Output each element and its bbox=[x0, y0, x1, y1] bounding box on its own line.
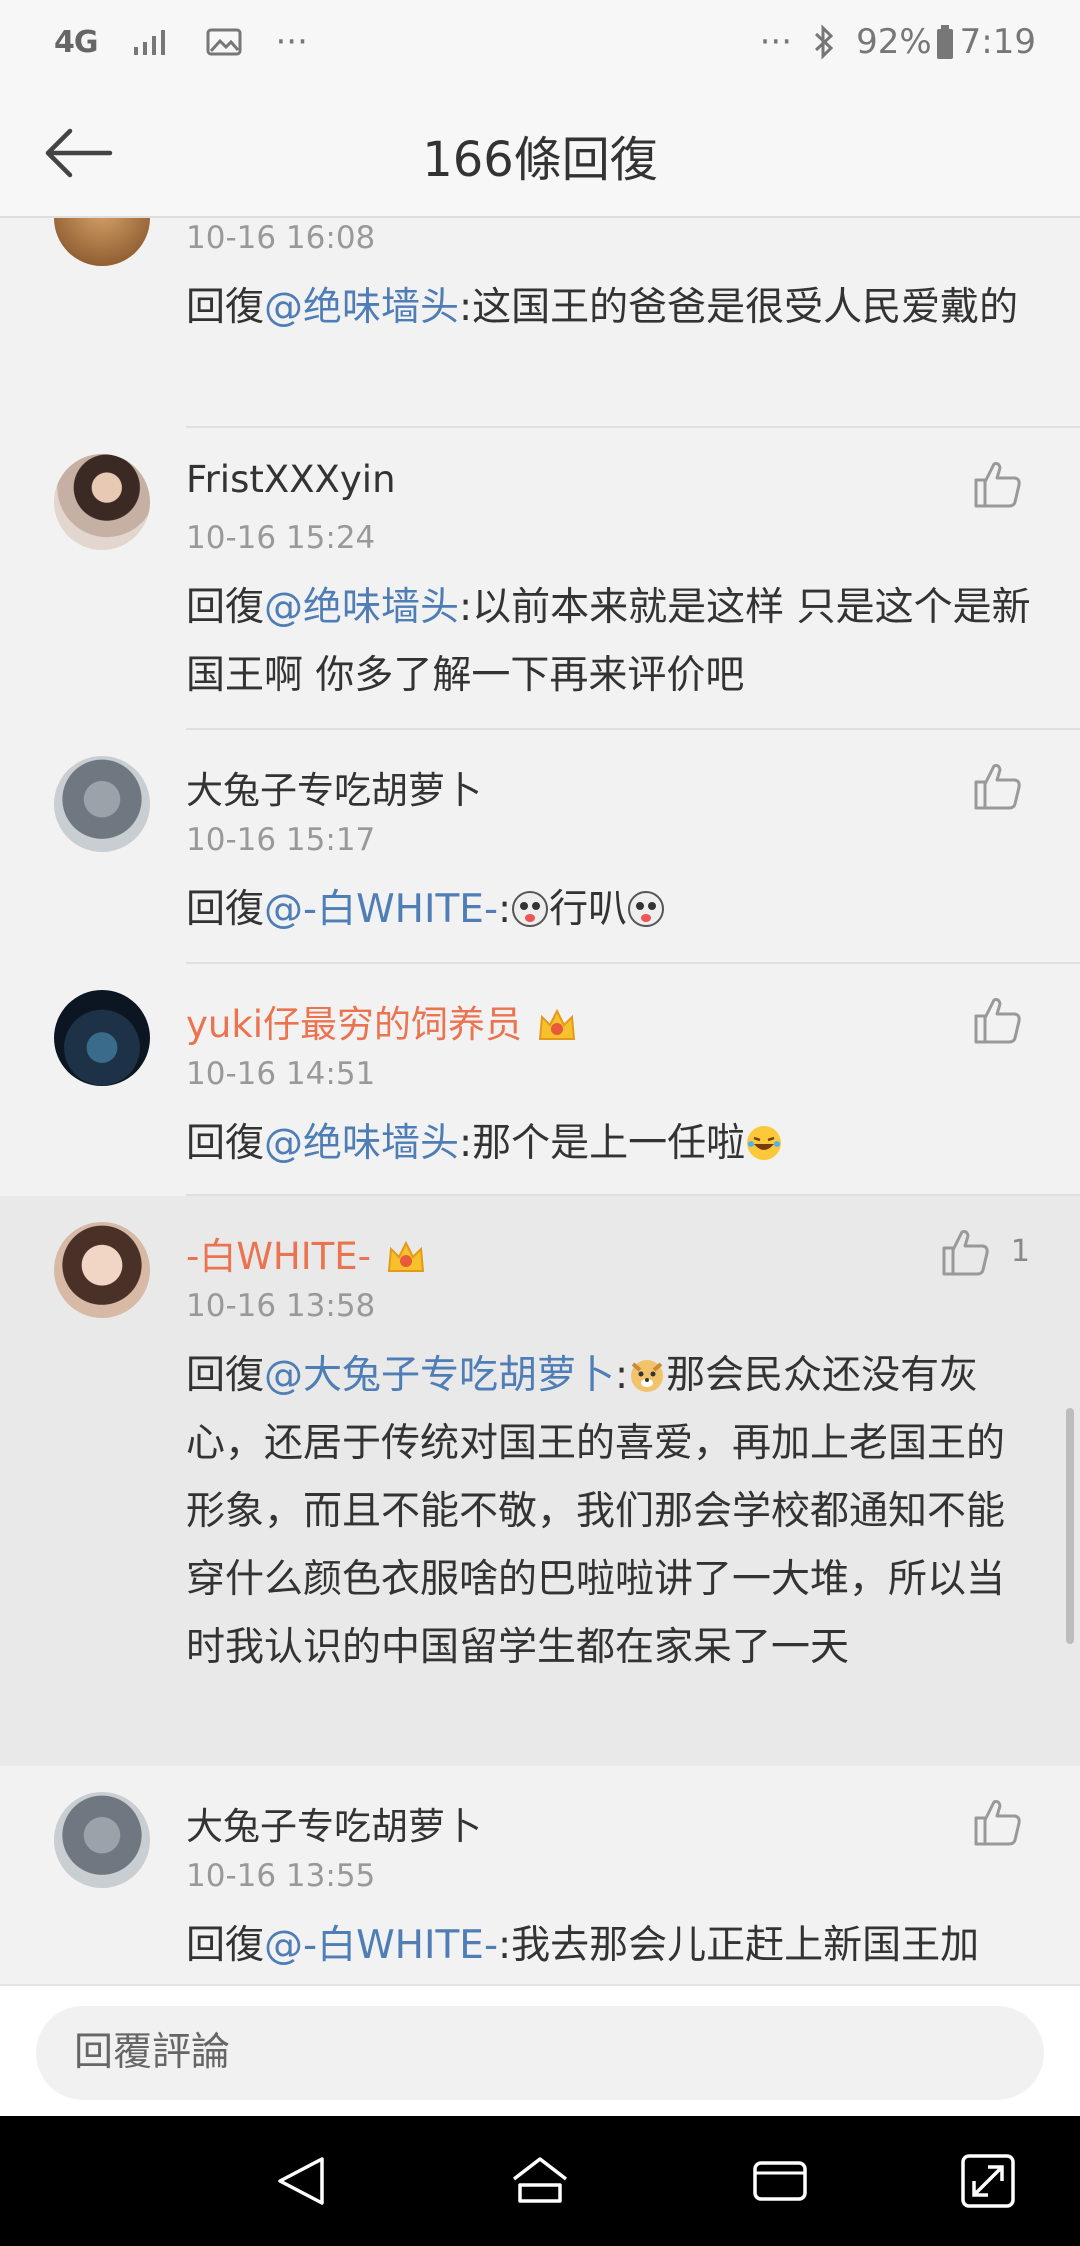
title-bar: 166條回復 bbox=[0, 90, 1080, 218]
nav-recents-icon[interactable] bbox=[750, 2151, 810, 2211]
comment-time: 10-16 14:51 bbox=[186, 1056, 376, 1092]
avatar[interactable] bbox=[54, 990, 150, 1086]
comment-author[interactable]: FristXXXyin bbox=[186, 458, 396, 501]
like-count: 1 bbox=[1010, 1234, 1030, 1269]
battery-icon bbox=[936, 25, 953, 59]
comment-time: 10-16 15:24 bbox=[186, 520, 376, 556]
comment-author[interactable]: -白WHITE- bbox=[186, 1226, 427, 1280]
avatar[interactable] bbox=[54, 454, 150, 550]
laughing-tears-emoji-icon bbox=[747, 1126, 782, 1160]
comment-text: 回復@-白WHITE-: 行叭 bbox=[186, 876, 1036, 944]
thumbs-up-icon[interactable] bbox=[972, 458, 1024, 510]
avatar[interactable] bbox=[54, 1222, 150, 1318]
comment-text: 回復@绝味墙头:以前本来就是这样 只是这个是新国王啊 你多了解一下再来评价吧 bbox=[186, 585, 1031, 698]
comment-text: 回復@大兔子专吃胡萝卜: 那会民众还没有灰心，还居于传统对国王的喜爱，再加上老国王… bbox=[186, 1353, 1006, 1670]
mention-link[interactable]: @绝味墙头 bbox=[264, 1121, 459, 1166]
comment-list[interactable]: 10-16 16:08 回復@绝味墙头:这国王的爸爸是很受人民爱戴的 Frist… bbox=[0, 218, 1080, 1984]
clock: 7:19 bbox=[959, 22, 1036, 62]
scrollbar[interactable] bbox=[1066, 1408, 1074, 1644]
avatar[interactable] bbox=[54, 1792, 150, 1888]
status-bar: 4G ··· ··· 92% 7:19 bbox=[0, 0, 1080, 90]
comment-time: 10-16 13:55 bbox=[186, 1858, 376, 1894]
thumbs-up-icon[interactable] bbox=[972, 994, 1024, 1046]
page-title: 166條回復 bbox=[422, 132, 658, 188]
comment-author[interactable]: 大兔子专吃胡萝卜 bbox=[186, 1796, 482, 1850]
comment-item-highlighted: -白WHITE- 1 10-16 13:58 回復@大兔子专吃胡萝卜: 那会民众还… bbox=[0, 1196, 1080, 1766]
signal-icon bbox=[133, 30, 165, 55]
bluetooth-icon bbox=[815, 24, 834, 60]
battery-percent: 92% bbox=[856, 22, 932, 62]
vip-crown-icon bbox=[538, 1008, 576, 1040]
more-notifications: ··· bbox=[275, 22, 308, 62]
reply-bar: 回覆評論 bbox=[0, 1984, 1080, 2116]
husky-emoji-icon bbox=[628, 891, 665, 927]
comment-time: 10-16 16:08 bbox=[186, 220, 376, 256]
avatar[interactable] bbox=[54, 218, 150, 266]
nav-expand-icon[interactable] bbox=[958, 2151, 1018, 2211]
comment-item: yuki仔最穷的饲养员 10-16 14:51 回復@绝味墙头:那个是上一任啦 bbox=[0, 964, 1080, 1196]
more-status: ··· bbox=[759, 22, 793, 62]
thumbs-up-icon[interactable] bbox=[972, 760, 1024, 812]
mention-link[interactable]: @-白WHITE- bbox=[264, 1923, 498, 1968]
comment-time: 10-16 15:17 bbox=[186, 822, 376, 858]
comment-time: 10-16 13:58 bbox=[186, 1288, 376, 1324]
network-type: 4G bbox=[54, 24, 98, 60]
comment-item: 大兔子专吃胡萝卜 10-16 15:17 回復@-白WHITE-: 行叭 bbox=[0, 730, 1080, 964]
nav-back-icon[interactable] bbox=[272, 2151, 332, 2211]
vip-crown-icon bbox=[387, 1240, 425, 1272]
comment-author[interactable]: yuki仔最穷的饲养员 bbox=[186, 994, 578, 1048]
navigation-bar bbox=[0, 2116, 1080, 2246]
mention-link[interactable]: @-白WHITE- bbox=[264, 887, 498, 932]
mention-link[interactable]: @大兔子专吃胡萝卜 bbox=[264, 1353, 615, 1398]
thumbs-up-icon[interactable] bbox=[972, 1796, 1024, 1848]
comment-item: 10-16 16:08 回復@绝味墙头:这国王的爸爸是很受人民爱戴的 bbox=[0, 218, 1080, 428]
comment-item: FristXXXyin 10-16 15:24 回復@绝味墙头:以前本来就是这样… bbox=[0, 428, 1080, 730]
mention-link[interactable]: @绝味墙头 bbox=[264, 585, 459, 630]
comment-text: 回復@绝味墙头:那个是上一任啦 bbox=[186, 1110, 1036, 1178]
mention-link[interactable]: @绝味墙头 bbox=[264, 285, 459, 330]
husky-emoji-icon bbox=[512, 891, 549, 927]
comment-author[interactable]: 大兔子专吃胡萝卜 bbox=[186, 760, 482, 814]
doge-emoji-icon bbox=[631, 1360, 664, 1392]
comment-item: 大兔子专吃胡萝卜 10-16 13:55 回復@-白WHITE-:我去那会儿正赶… bbox=[0, 1766, 1080, 1984]
thumbs-up-icon[interactable] bbox=[940, 1226, 992, 1278]
comment-text: 回復@-白WHITE-:我去那会儿正赶上新国王加 bbox=[186, 1923, 980, 1968]
comment-text: 回復@绝味墙头:这国王的爸爸是很受人民爱戴的 bbox=[186, 285, 1019, 330]
avatar[interactable] bbox=[54, 756, 150, 852]
image-notification-icon bbox=[206, 28, 241, 56]
nav-home-icon[interactable] bbox=[510, 2151, 570, 2211]
reply-input[interactable]: 回覆評論 bbox=[36, 2006, 1044, 2100]
